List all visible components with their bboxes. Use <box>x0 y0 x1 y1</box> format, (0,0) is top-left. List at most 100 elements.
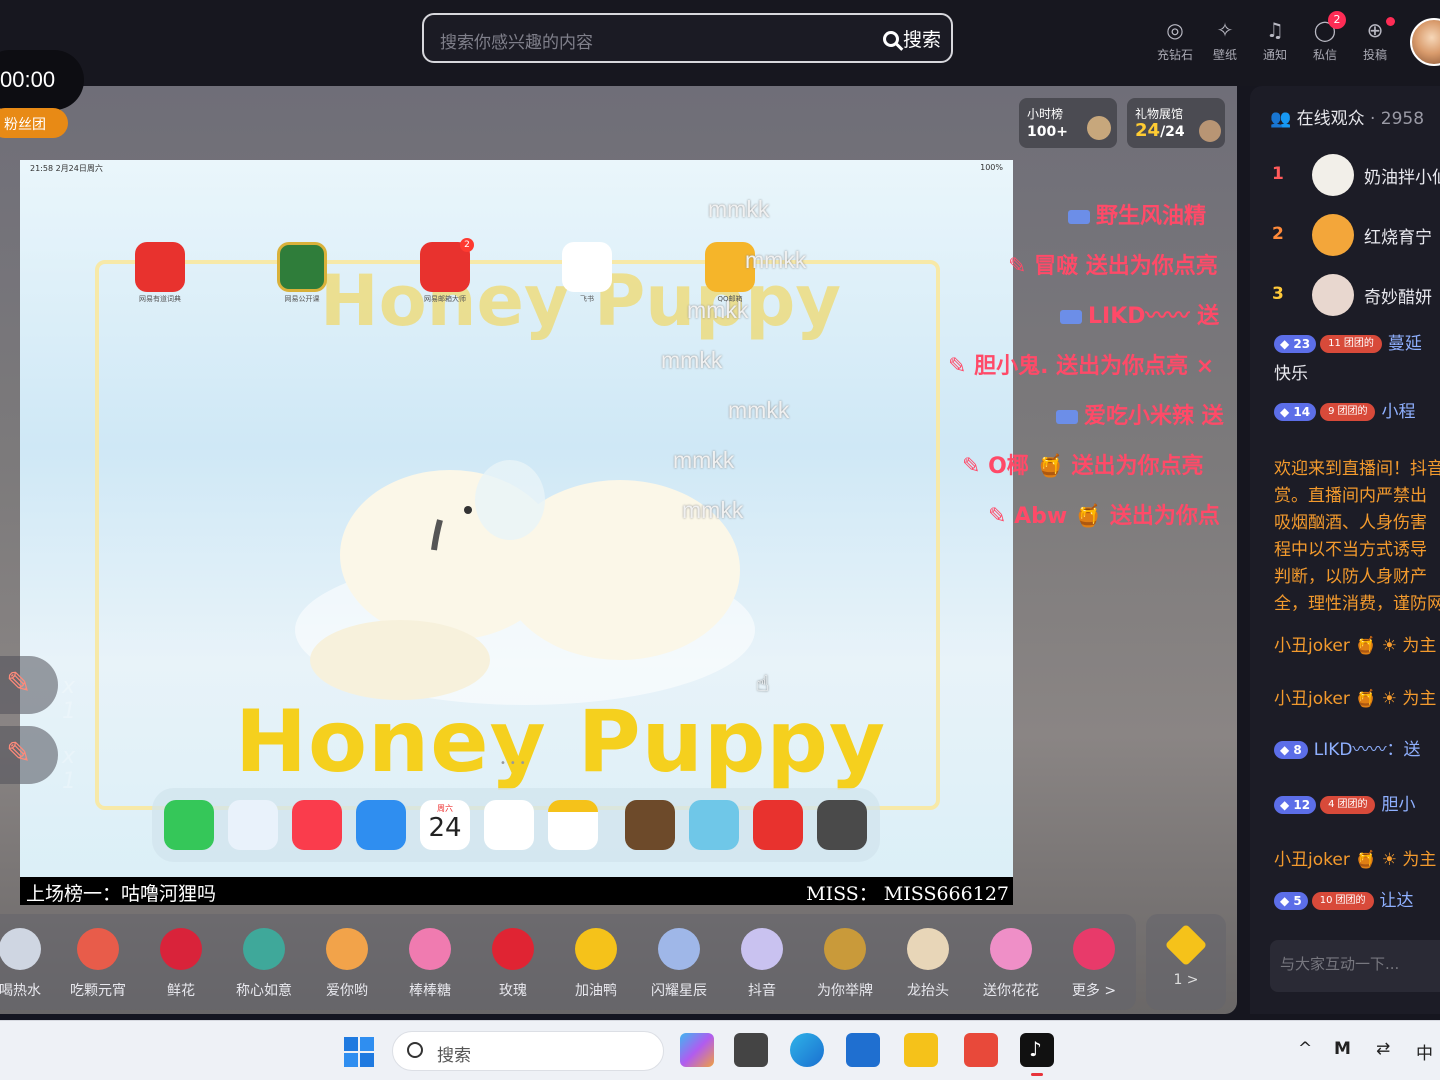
gift-icon <box>77 928 119 970</box>
safari-icon[interactable] <box>228 800 278 850</box>
viewer-row[interactable]: 2 红烧育宁 <box>1250 210 1440 260</box>
chat-message: ◆ 14 9 团团的 小程 <box>1274 398 1440 426</box>
nav-notification[interactable]: ♫ 通知 <box>1250 18 1300 63</box>
gift-icon <box>492 928 534 970</box>
taskbar-search[interactable]: 搜索 <box>392 1031 664 1071</box>
viewer-name: 奶油拌小仙 <box>1364 168 1440 188</box>
tiktok-icon[interactable]: ♪ <box>1020 1033 1054 1067</box>
windows-taskbar: 搜索 ♪ ^ M ⇄ 中 <box>0 1020 1440 1080</box>
gift-effect: 爱吃小米辣 送 <box>1056 398 1224 430</box>
edge-icon[interactable] <box>790 1033 824 1067</box>
app-mailmaster[interactable]: 2 网易邮箱大师 <box>420 238 474 304</box>
calendar-icon[interactable]: 周六 24 <box>420 800 470 850</box>
fan-badge: 9 团团的 <box>1320 403 1376 421</box>
search-button-label: 搜索 <box>902 29 941 51</box>
search-box[interactable]: 搜索你感兴趣的内容 搜索 <box>422 13 953 63</box>
nav-recharge[interactable]: ◎ 充钻石 <box>1150 18 1200 63</box>
windows-start-icon[interactable] <box>344 1037 374 1067</box>
chat-text: 小丑joker 🍯 ☀ 为主 <box>1274 636 1437 656</box>
app-opencourse[interactable]: 网易公开课 <box>277 242 327 304</box>
system-notice-line: 吸烟酗酒、人身伤害 <box>1274 513 1427 533</box>
photos-icon[interactable] <box>484 800 534 850</box>
fan-badge: 11 团团的 <box>1320 335 1382 353</box>
search-button[interactable]: 搜索 <box>882 25 941 52</box>
pencil-gift-icon: ✎ <box>6 666 32 701</box>
system-notice-line: 欢迎来到直播间！抖音 <box>1274 459 1440 479</box>
gift-hall-chip[interactable]: 礼物展馆 24/24 <box>1127 98 1225 148</box>
gift-item[interactable]: 鲜花 <box>141 928 221 1000</box>
level-badge: ◆ 12 <box>1274 796 1317 814</box>
level-tag-icon <box>1056 410 1078 424</box>
game-icon[interactable] <box>625 800 675 850</box>
gift-item[interactable]: 抖音 <box>722 928 802 1000</box>
chat-message: ◆ 5 10 团团的 让达 <box>1274 887 1440 915</box>
pencil-icon: ✎ <box>948 354 975 379</box>
gift-item[interactable]: 称心如意 <box>224 928 304 1000</box>
gift-item[interactable]: 爱你哟 <box>307 928 387 1000</box>
user-avatar[interactable] <box>1410 18 1440 66</box>
upload-dot <box>1386 17 1395 26</box>
chat-message: 小丑joker 🍯 ☀ 为主 <box>1274 632 1440 660</box>
viewer-row[interactable]: 3 奇妙醋妍 <box>1250 270 1440 320</box>
level-gem-icon: ◆ <box>1280 743 1294 757</box>
netease-music-icon[interactable] <box>753 800 803 850</box>
fan-badge-text: 团团的 <box>1335 895 1366 906</box>
nav-upload[interactable]: ⊕ 投稿 <box>1350 17 1400 63</box>
gift-effects: 野生风油精 ✎ 冒啵 送出为你点亮 LIKD〰〰 送 ✎ 胆小鬼. 送出为你点亮… <box>900 190 1237 540</box>
feishu-icon <box>562 242 612 292</box>
hour-rank-title: 小时榜 <box>1027 107 1064 121</box>
fan-club-button[interactable]: 粉丝团 <box>0 108 68 138</box>
gift-item[interactable]: 加油鸭 <box>556 928 636 1000</box>
nav-messages[interactable]: ◯ 2 私信 <box>1300 11 1350 63</box>
tray-expand-icon[interactable]: ^ <box>1298 1039 1312 1059</box>
level-gem-icon: ◆ <box>1280 798 1294 812</box>
gift-item[interactable]: 吃颗元宵 <box>58 928 138 1000</box>
task-view-icon[interactable] <box>734 1033 768 1067</box>
hour-rank-chip[interactable]: 小时榜 100+ <box>1019 98 1117 148</box>
gift-item[interactable]: 喝热水 <box>0 928 60 1000</box>
game2-icon[interactable] <box>689 800 739 850</box>
viewer-rank: 2 <box>1272 224 1284 244</box>
search-input[interactable]: 搜索你感兴趣的内容 <box>440 28 593 53</box>
mail-icon[interactable] <box>356 800 406 850</box>
file-explorer-icon[interactable] <box>904 1033 938 1067</box>
pencil-icon: ✎ <box>962 454 989 479</box>
tray-app-icon[interactable]: M <box>1334 1039 1351 1059</box>
hand-cursor-icon: ☝ <box>756 672 770 697</box>
notes-icon[interactable] <box>548 800 598 850</box>
active-app-indicator <box>1031 1073 1043 1076</box>
gift-item[interactable]: 棒棒糖 <box>390 928 470 1000</box>
huawei-icon[interactable] <box>964 1033 998 1067</box>
tray-settings-icon[interactable]: ⇄ <box>1376 1039 1390 1059</box>
ipad-battery: 100% <box>980 163 1003 172</box>
gift-item[interactable]: 为你举牌 <box>805 928 885 1000</box>
gift-item[interactable]: 闪耀星辰 <box>639 928 719 1000</box>
gift-item[interactable]: 更多 > <box>1054 928 1134 1000</box>
fan-badge-text: 团团的 <box>1337 799 1368 810</box>
gift-item[interactable]: 送你花花 <box>971 928 1051 1000</box>
nav-wallpaper[interactable]: ✧ 壁纸 <box>1200 18 1250 63</box>
viewer-rank: 3 <box>1272 284 1284 304</box>
top-bar: 搜索你感兴趣的内容 搜索 ◎ 充钻石 ✧ 壁纸 ♫ 通知 ◯ 2 私信 ⊕ 投稿 <box>0 0 1440 86</box>
app-name: 网易邮箱大师 <box>424 295 466 303</box>
chat-input[interactable] <box>1280 955 1440 973</box>
search-icon <box>407 1042 423 1058</box>
search-icon <box>882 30 899 47</box>
gift-item[interactable]: 玫瑰 <box>473 928 553 1000</box>
app-feishu[interactable]: 飞书 <box>562 242 612 304</box>
store-icon[interactable] <box>846 1033 880 1067</box>
gift-item[interactable]: 龙抬头 <box>888 928 968 1000</box>
app-youdao[interactable]: 网易有道词典 <box>135 242 185 304</box>
chat-input-box[interactable] <box>1270 940 1440 992</box>
nav-label: 通知 <box>1262 48 1287 62</box>
music-icon[interactable] <box>292 800 342 850</box>
coin-button[interactable]: 1 > <box>1146 914 1226 1010</box>
ime-indicator[interactable]: 中 <box>1416 1039 1433 1064</box>
messages-icon[interactable] <box>164 800 214 850</box>
youdao-icon <box>135 242 185 292</box>
chat-text: 胆小 <box>1381 795 1416 815</box>
copilot-icon[interactable] <box>680 1033 714 1067</box>
viewer-row[interactable]: 1 奶油拌小仙 <box>1250 150 1440 200</box>
app-folder-icon[interactable] <box>817 800 867 850</box>
gift-effect-text: 野生风油精 <box>1096 204 1207 229</box>
